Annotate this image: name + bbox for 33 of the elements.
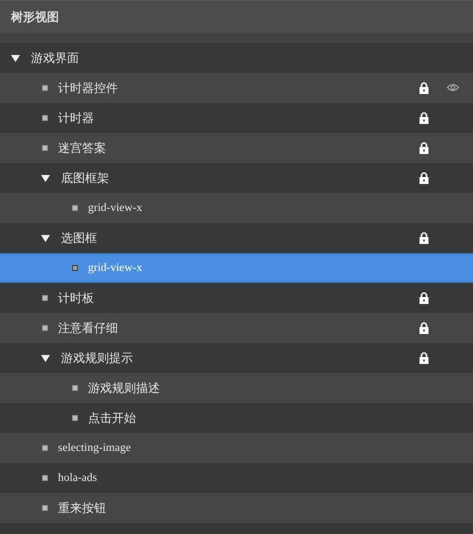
tree-item[interactable]: 计时器控件 xyxy=(0,73,473,103)
lock-icon[interactable] xyxy=(419,82,429,94)
lock-icon[interactable] xyxy=(419,112,429,124)
bullet-icon xyxy=(42,85,48,91)
bullet-icon xyxy=(42,325,48,331)
lock-icon[interactable] xyxy=(419,322,429,334)
expanded-triangle-icon[interactable] xyxy=(40,174,50,182)
tree-item[interactable]: 注意看仔细 xyxy=(0,313,473,343)
lock-icon[interactable] xyxy=(419,232,429,244)
bullet-icon xyxy=(42,505,48,511)
bullet-icon xyxy=(72,265,78,271)
expanded-triangle-icon[interactable] xyxy=(10,54,20,62)
bullet-icon xyxy=(42,295,48,301)
expanded-triangle-icon[interactable] xyxy=(40,354,50,362)
bullet-icon xyxy=(42,445,48,451)
lock-icon[interactable] xyxy=(419,292,429,304)
bullet-icon xyxy=(42,475,48,481)
lock-icon[interactable] xyxy=(419,352,429,364)
lock-icon[interactable] xyxy=(419,142,429,154)
tree-item[interactable]: 重来按钮 xyxy=(0,493,473,523)
tree-item[interactable]: 游戏规则描述 xyxy=(0,373,473,403)
tree-item[interactable]: 迷宫答案 xyxy=(0,133,473,163)
eye-icon[interactable] xyxy=(447,83,459,92)
tree-item[interactable]: grid-view-x xyxy=(0,193,473,223)
bullet-icon xyxy=(72,205,78,211)
bullet-icon xyxy=(72,385,78,391)
bullet-icon xyxy=(42,145,48,151)
panel-title: 树形视图 xyxy=(11,8,59,26)
lock-icon[interactable] xyxy=(419,172,429,184)
tree-item[interactable]: selecting-image xyxy=(0,433,473,463)
expanded-triangle-icon[interactable] xyxy=(40,234,50,242)
bullet-icon xyxy=(42,115,48,121)
bullet-icon xyxy=(72,415,78,421)
